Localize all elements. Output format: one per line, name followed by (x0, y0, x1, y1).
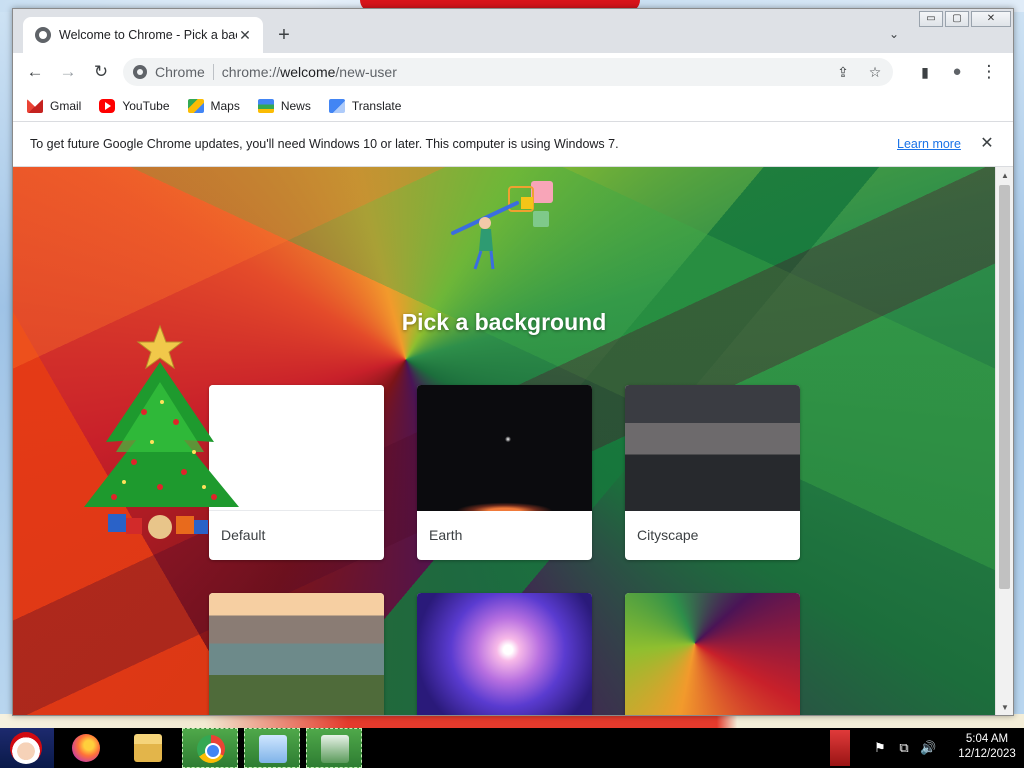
action-center-flag-icon[interactable]: ⚑ (872, 740, 888, 756)
volume-icon[interactable]: 🔊 (920, 740, 936, 756)
start-button[interactable] (0, 728, 54, 768)
tab-title: Welcome to Chrome - Pick a bac (59, 28, 237, 42)
background-card-galaxy[interactable] (417, 593, 592, 715)
background-card-cityscape[interactable]: Cityscape (625, 385, 800, 560)
card-label: Cityscape (637, 527, 699, 543)
tray-icons: ⚑ ⧉ 🔊 (872, 740, 944, 756)
background-card-geometric[interactable] (625, 593, 800, 715)
card-thumbnail (209, 593, 384, 715)
tab-search-button[interactable]: ⌄ (885, 27, 903, 45)
back-button[interactable]: ← (21, 58, 49, 86)
background-card-earth[interactable]: Earth (417, 385, 592, 560)
tray-flag-icon[interactable] (830, 730, 850, 766)
network-icon[interactable]: ⧉ (896, 740, 912, 756)
bookmark-label: News (280, 99, 311, 113)
taskbar-chrome[interactable] (182, 728, 238, 768)
task-manager-icon (321, 735, 349, 763)
bookmark-gmail[interactable]: Gmail (27, 99, 81, 113)
forward-button[interactable]: → (54, 58, 82, 86)
url-path: /new-user (335, 64, 397, 80)
taskbar-task-manager[interactable] (306, 728, 362, 768)
news-icon (257, 99, 274, 113)
tab-welcome[interactable]: Welcome to Chrome - Pick a bac ✕ (23, 17, 263, 53)
scroll-down-icon[interactable]: ▼ (1000, 703, 1010, 713)
system-tray: ⚑ ⧉ 🔊 5:04 AM 12/12/2023 (828, 728, 1024, 768)
infobar-message: To get future Google Chrome updates, you… (30, 137, 619, 151)
card-thumbnail (209, 385, 384, 511)
chrome-icon (197, 735, 225, 763)
tab-strip: Welcome to Chrome - Pick a bac ✕ + ⌄ ▭ ▢… (13, 9, 1013, 53)
bookmark-maps[interactable]: Maps (187, 99, 240, 113)
translate-icon (328, 99, 345, 113)
desktop-wallpaper-bottom (0, 714, 1024, 728)
gmail-icon (27, 99, 43, 113)
card-label: Earth (429, 527, 463, 543)
share-icon[interactable]: ⇪ (831, 60, 855, 84)
bookmark-label: Maps (210, 99, 240, 113)
address-bar[interactable]: Chrome chrome:// welcome /new-user ⇪ ☆ (123, 58, 893, 86)
scrollbar-thumb[interactable] (999, 185, 1010, 589)
learn-more-link[interactable]: Learn more (897, 137, 961, 151)
windows-taskbar: ⚑ ⧉ 🔊 5:04 AM 12/12/2023 (0, 728, 1024, 768)
profile-avatar-icon[interactable]: ● (943, 58, 971, 86)
site-chip: Chrome (155, 64, 214, 80)
youtube-icon (99, 99, 116, 113)
bookmark-label: Gmail (50, 99, 82, 113)
page-viewport: Pick a background Default Earth Cityscap… (13, 167, 995, 715)
background-card-default[interactable]: Default (209, 385, 384, 560)
side-panel-icon[interactable]: ▮ (911, 58, 939, 86)
url-scheme: chrome:// (221, 64, 281, 80)
card-thumbnail (625, 593, 800, 715)
window-close-button[interactable]: ✕ (971, 11, 1011, 27)
clock-time: 5:04 AM (965, 733, 1009, 745)
reload-button[interactable]: ↻ (87, 58, 115, 86)
santa-start-icon (10, 732, 42, 764)
painter-illustration-icon (451, 181, 553, 270)
window-controls: ▭ ▢ ✕ (917, 11, 1011, 27)
chrome-menu-icon[interactable]: ⋮ (975, 58, 1003, 86)
new-tab-button[interactable]: + (273, 25, 295, 47)
bookmark-label: YouTube (122, 99, 170, 113)
tab-close-icon[interactable]: ✕ (237, 27, 253, 43)
bookmarks-bar: Gmail YouTube Maps News Translate (13, 91, 1013, 121)
bookmark-star-icon[interactable]: ☆ (863, 60, 887, 84)
update-infobar: To get future Google Chrome updates, you… (13, 121, 1013, 167)
firefox-icon (72, 734, 100, 762)
toolbar: ← → ↻ Chrome chrome:// welcome /new-user… (13, 53, 1013, 91)
maps-icon (187, 99, 204, 113)
taskbar-remote-desktop[interactable] (244, 728, 300, 768)
url-host: welcome (280, 64, 336, 80)
system-clock[interactable]: 5:04 AM 12/12/2023 (954, 732, 1020, 762)
page-title: Pick a background (401, 309, 607, 335)
card-label: Default (221, 527, 266, 543)
maximize-button[interactable]: ▢ (945, 11, 969, 27)
bookmark-label: Translate (351, 99, 402, 113)
background-card-landscape[interactable] (209, 593, 384, 715)
bookmark-news[interactable]: News (257, 99, 311, 113)
page-scrollbar[interactable]: ▲ ▼ (995, 167, 1013, 715)
taskbar-file-explorer[interactable] (120, 728, 176, 768)
card-thumbnail (417, 385, 592, 511)
chrome-site-icon (133, 65, 147, 79)
card-thumbnail (417, 593, 592, 715)
file-explorer-icon (134, 734, 162, 762)
chrome-favicon-icon (35, 27, 51, 43)
clock-date: 12/12/2023 (958, 748, 1016, 760)
infobar-close-icon[interactable]: ✕ (977, 133, 997, 153)
scroll-up-icon[interactable]: ▲ (1000, 171, 1010, 181)
omnibox-actions: ⇪ ☆ (823, 60, 887, 84)
taskbar-firefox[interactable] (58, 728, 114, 768)
bookmark-translate[interactable]: Translate (328, 99, 402, 113)
bookmark-youtube[interactable]: YouTube (99, 99, 170, 113)
minimize-button[interactable]: ▭ (919, 11, 943, 27)
card-thumbnail (625, 385, 800, 511)
chrome-window: Welcome to Chrome - Pick a bac ✕ + ⌄ ▭ ▢… (12, 8, 1014, 716)
remote-desktop-icon (259, 735, 287, 763)
